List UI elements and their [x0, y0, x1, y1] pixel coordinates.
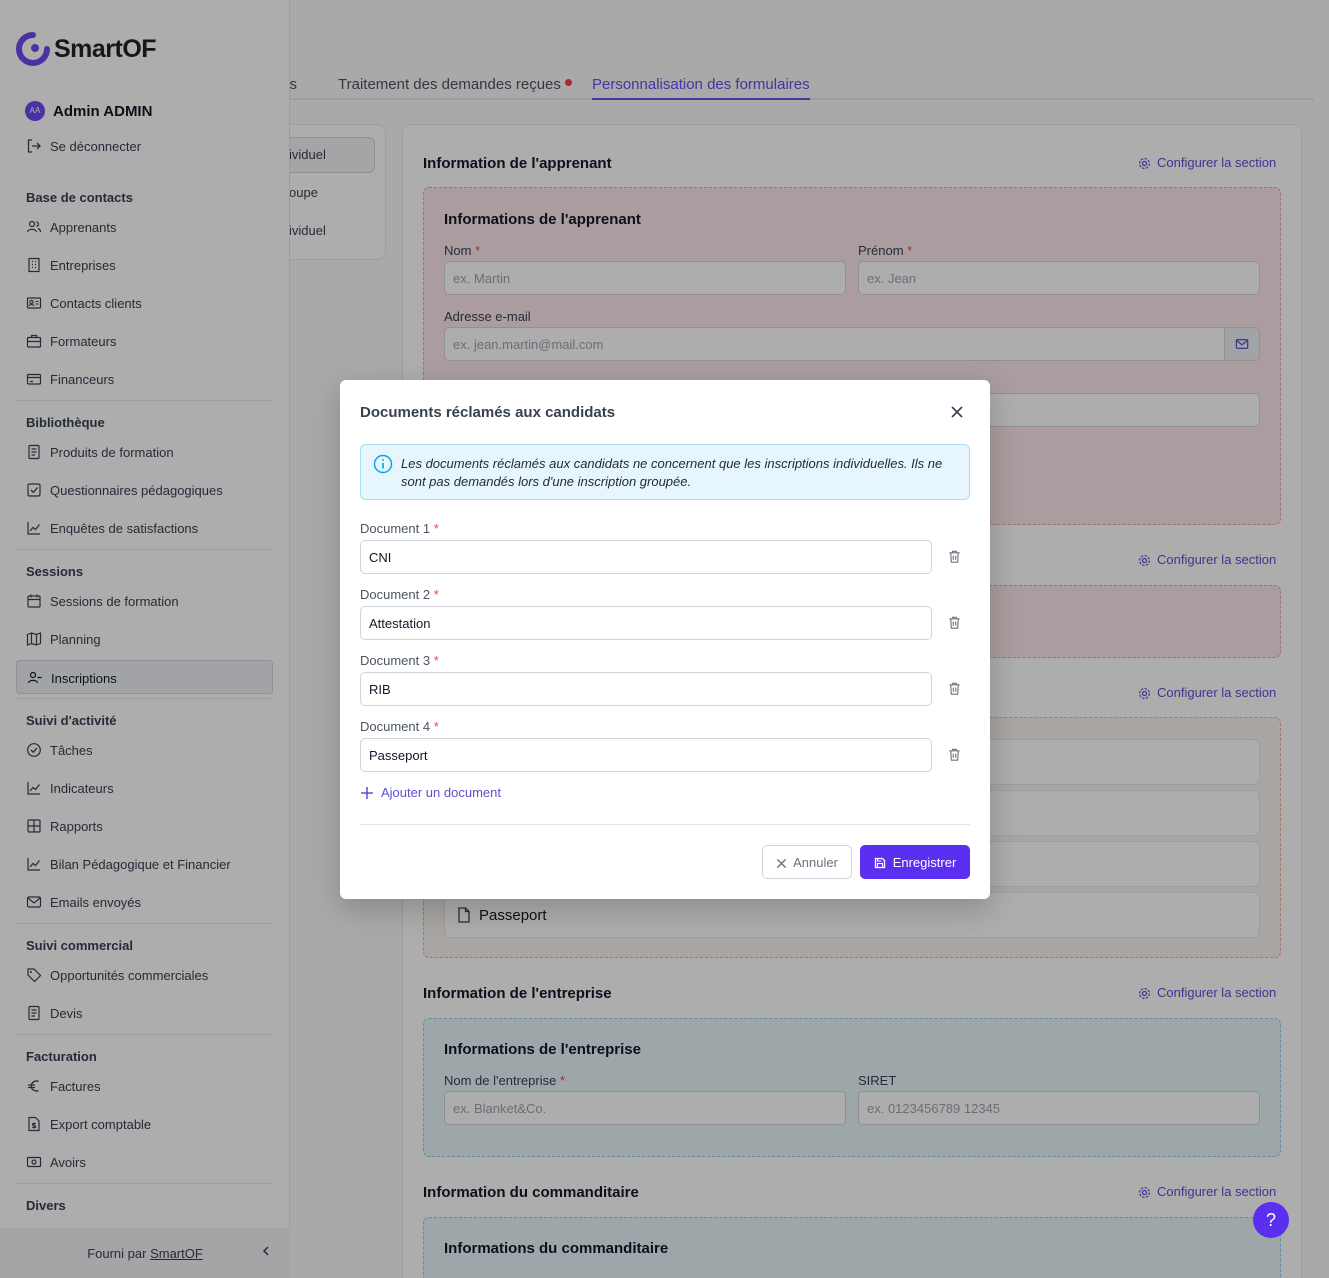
document-2-input[interactable] [360, 606, 932, 640]
save-label: Enregistrer [892, 854, 957, 870]
help-button[interactable]: ? [1253, 1202, 1289, 1238]
document-label: Document 1 * [360, 521, 439, 536]
trash-icon[interactable] [947, 747, 962, 762]
info-text: Les documents réclamés aux candidats ne … [401, 456, 943, 489]
plus-icon [361, 787, 373, 799]
info-banner: Les documents réclamés aux candidats ne … [360, 444, 970, 500]
modal-title: Documents réclamés aux candidats [360, 404, 616, 421]
close-icon [776, 858, 787, 868]
info-icon [373, 454, 393, 474]
trash-icon[interactable] [947, 615, 962, 630]
save-button[interactable]: Enregistrer [860, 845, 970, 879]
document-label: Document 3 * [360, 653, 439, 668]
cancel-label: Annuler [793, 854, 838, 870]
add-document-button[interactable]: Ajouter un document [360, 785, 501, 800]
add-document-label: Ajouter un document [381, 785, 501, 800]
document-4-input[interactable] [360, 738, 932, 772]
save-icon [874, 857, 885, 868]
close-icon[interactable] [949, 404, 965, 420]
cancel-button[interactable]: Annuler [762, 845, 852, 879]
documents-modal: Documents réclamés aux candidats Les doc… [340, 380, 990, 899]
trash-icon[interactable] [947, 681, 962, 696]
document-label: Document 2 * [360, 587, 439, 602]
document-1-input[interactable] [360, 540, 932, 574]
document-label: Document 4 * [360, 719, 439, 734]
document-3-input[interactable] [360, 672, 932, 706]
modal-divider [360, 824, 970, 825]
trash-icon[interactable] [947, 549, 962, 564]
